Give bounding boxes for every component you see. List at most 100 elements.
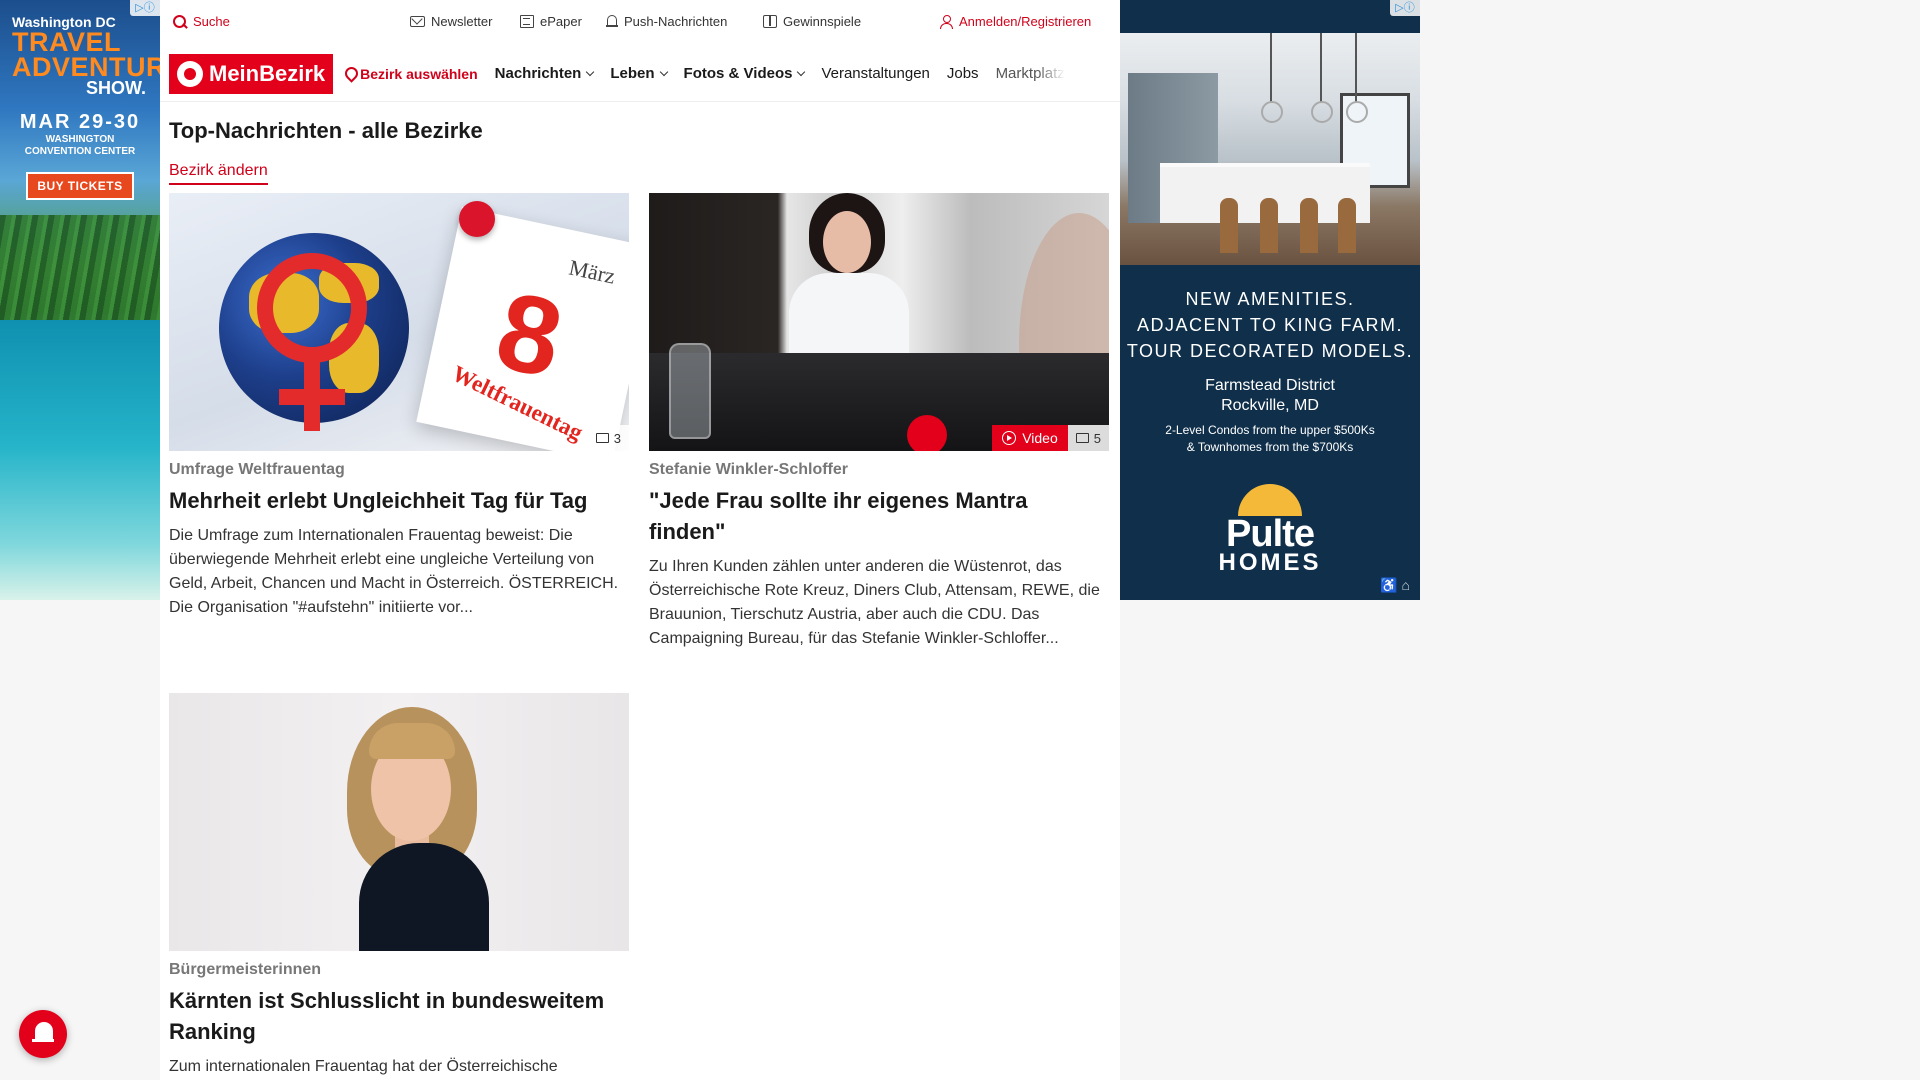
nav-fotos-videos-label: Fotos & Videos <box>683 65 793 82</box>
location-pin-icon <box>345 67 356 81</box>
pushpin-image <box>459 201 495 237</box>
photo-count: 5 <box>1093 430 1101 446</box>
user-icon <box>940 14 953 29</box>
search-label: Suche <box>193 14 230 29</box>
article-card[interactable]: Bürgermeisterinnen Kärnten ist Schlussli… <box>169 693 629 1079</box>
pendant-bulb <box>1261 101 1283 123</box>
pendant-lamp <box>1270 33 1272 103</box>
article-title[interactable]: Mehrheit erlebt Ungleichheit Tag für Tag <box>169 485 629 516</box>
nav-veranstaltungen[interactable]: Veranstaltungen <box>821 65 929 82</box>
article-image-portrait[interactable] <box>169 693 629 951</box>
chevron-down-icon <box>586 67 595 76</box>
newsletter-label: Newsletter <box>431 14 493 29</box>
article-title[interactable]: Kärnten ist Schlusslicht in bundesweitem… <box>169 985 629 1047</box>
top-utility-bar: Suche Newsletter ePaper Push-Nachrichten… <box>160 0 1120 46</box>
nav-marktplatz-label: Marktplatz <box>995 65 1065 82</box>
article-kicker: Stefanie Winkler-Schloffer <box>649 461 849 478</box>
epaper-link[interactable]: ePaper <box>520 14 582 29</box>
pulte-logo: Pulte HOMES <box>1212 484 1328 576</box>
ad-right-price2: & Townhomes from the $700Ks <box>1186 440 1354 454</box>
push-label: Push-Nachrichten <box>624 14 728 29</box>
woman-face <box>823 211 871 273</box>
newsletter-link[interactable]: Newsletter <box>410 14 492 29</box>
bar-stool <box>1338 198 1356 253</box>
nav-fotos-videos[interactable]: Fotos & Videos <box>683 65 806 82</box>
red-logo-icon <box>907 415 947 451</box>
adchoices-icon[interactable]: ▷ⓘ <box>130 0 160 16</box>
ad-right-place2: Rockville, MD <box>1221 397 1319 414</box>
ad-right-headline: NEW AMENITIES. ADJACENT TO KING FARM. TO… <box>1120 286 1420 364</box>
pulte-logo-word1: Pulte <box>1226 513 1315 555</box>
gallery-icon <box>595 433 609 443</box>
article-image-weltfrauentag[interactable]: März 8 Weltfrauentag 3 <box>169 193 629 451</box>
adchoices-icon[interactable]: ▷ⓘ <box>1390 0 1420 16</box>
article-teaser: Zu Ihren Kunden zählen unter anderen die… <box>649 558 1100 647</box>
ad-right-headline2: ADJACENT TO KING FARM. <box>1136 315 1404 335</box>
push-link[interactable]: Push-Nachrichten <box>606 14 727 29</box>
venus-symbol <box>257 253 367 363</box>
ad-right-headline3: TOUR DECORATED MODELS. <box>1126 341 1414 361</box>
play-icon <box>1002 431 1017 445</box>
bar-stool <box>1300 198 1318 253</box>
section-title: Top-Nachrichten - alle Bezirke <box>169 118 483 143</box>
carafe <box>669 343 711 439</box>
article-card[interactable]: März 8 Weltfrauentag 3 Umfrage Weltfraue… <box>169 193 629 620</box>
bezirk-aendern-link[interactable]: Bezirk ändern <box>169 162 268 185</box>
photo-count-badge: 5 <box>1067 425 1109 451</box>
video-label: Video <box>1022 430 1058 446</box>
brand-logo[interactable]: MeinBezirk <box>169 53 334 94</box>
gallery-icon <box>1075 433 1089 443</box>
article-image-interview[interactable]: Video 5 <box>649 193 1109 451</box>
login-link[interactable]: Anmelden/Registrieren <box>940 14 1091 29</box>
bezirk-label: Bezirk auswählen <box>360 65 478 82</box>
nav-nachrichten[interactable]: Nachrichten <box>495 65 595 82</box>
ad-left-adventure: ADVENTURE <box>12 52 160 82</box>
article-teaser: Zum internationalen Frauentag hat der Ös… <box>169 1058 558 1075</box>
ad-right-price1: 2-Level Condos from the upper $500Ks <box>1165 423 1375 437</box>
search-link[interactable]: Suche <box>173 14 230 29</box>
notification-bell-button[interactable] <box>19 1010 67 1058</box>
palm-trees-image <box>0 215 160 325</box>
gift-icon <box>763 15 777 28</box>
login-label: Anmelden/Registrieren <box>959 14 1092 29</box>
bar-stool <box>1260 198 1278 253</box>
nav-leben[interactable]: Leben <box>610 65 668 82</box>
article-card[interactable]: Video 5 Stefanie Winkler-Schloffer "Jede… <box>649 193 1109 651</box>
pendant-lamp <box>1320 33 1322 103</box>
search-icon <box>173 14 187 29</box>
nav-marktplatz[interactable]: Marktplatz <box>996 65 1065 82</box>
nav-jobs-label: Jobs <box>946 65 979 82</box>
brand-name: MeinBezirk <box>209 60 326 86</box>
gewinnspiele-link[interactable]: Gewinnspiele <box>763 14 861 29</box>
pulte-logo-word2: HOMES <box>1218 549 1322 576</box>
article-teaser: Die Umfrage zum Internationalen Frauenta… <box>169 527 619 616</box>
epaper-label: ePaper <box>540 14 582 29</box>
accessibility-icon: ♿ ⌂ <box>1380 577 1410 593</box>
mail-icon <box>410 16 425 27</box>
bell-icon <box>606 15 618 28</box>
ad-right-headline1: NEW AMENITIES. <box>1185 289 1355 309</box>
page: Washington DC TRAVEL ADVENTURE SHOW. MAR… <box>0 0 1920 1080</box>
flower-logo-icon <box>177 60 203 87</box>
nav-menu: Bezirk auswählen Nachrichten Leben Fotos… <box>345 65 1082 82</box>
ad-left-travel-show[interactable]: Washington DC TRAVEL ADVENTURE SHOW. MAR… <box>0 0 160 600</box>
bezirk-select[interactable]: Bezirk auswählen <box>345 66 478 82</box>
chevron-down-icon <box>659 67 668 76</box>
newspaper-icon <box>520 15 534 28</box>
image-badges: Video 5 <box>992 425 1109 451</box>
video-badge: Video <box>992 425 1068 451</box>
nav-jobs[interactable]: Jobs <box>947 65 979 82</box>
bar-stool <box>1220 198 1238 253</box>
ad-left-content: Washington DC TRAVEL ADVENTURE SHOW. MAR… <box>0 0 160 200</box>
gewinnspiele-label: Gewinnspiele <box>783 14 862 29</box>
image-badges: 3 <box>587 425 629 451</box>
ad-left-venue1: WASHINGTON <box>45 134 115 145</box>
buy-tickets-button[interactable]: BUY TICKETS <box>26 172 134 200</box>
article-kicker: Umfrage Weltfrauentag <box>169 461 345 478</box>
pendant-bulb <box>1346 101 1368 123</box>
ad-right-pulte[interactable]: NEW AMENITIES. ADJACENT TO KING FARM. TO… <box>1120 0 1420 600</box>
article-title[interactable]: "Jede Frau sollte ihr eigenes Mantra fin… <box>649 485 1109 547</box>
ad-right-location: Farmstead District Rockville, MD <box>1120 376 1420 416</box>
calendar-month: März <box>566 254 618 289</box>
chevron-down-icon <box>797 67 806 76</box>
